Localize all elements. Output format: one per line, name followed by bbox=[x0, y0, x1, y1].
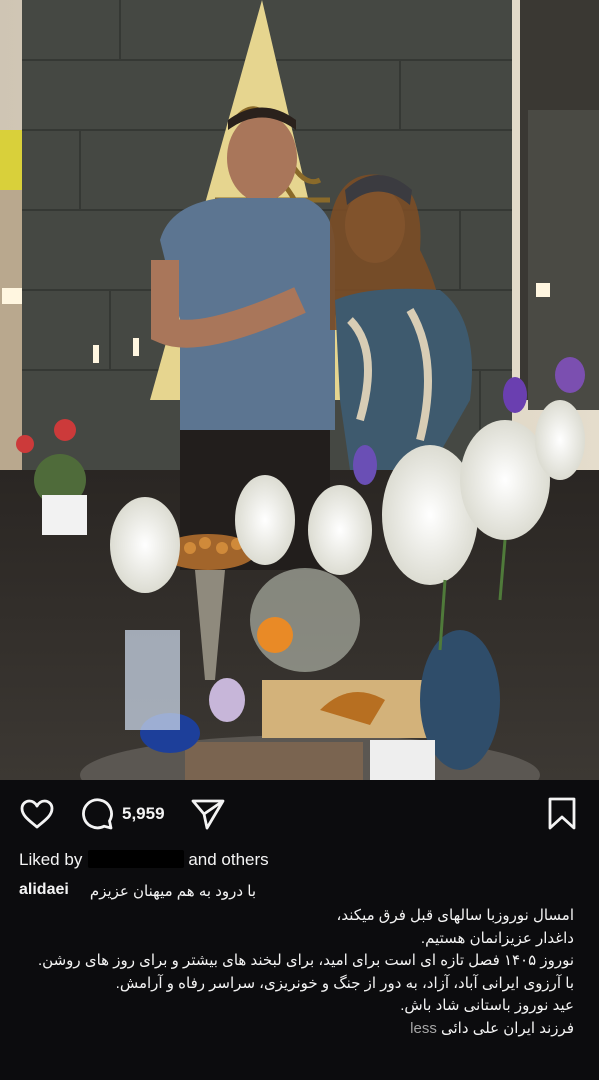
caption-line: امسال نوروزبا سالهای قبل فرق میکند، bbox=[336, 907, 574, 924]
post-image bbox=[0, 0, 599, 780]
caption-line: عید نوروز باستانی شاد باش. bbox=[400, 997, 574, 1015]
caption-first-line: با درود به هم میهنان عزیزم bbox=[89, 883, 256, 900]
caption-body: امسال نوروزبا سالهای قبل فرق میکند، داغد… bbox=[14, 905, 574, 1041]
liked-by-suffix[interactable]: and others bbox=[188, 850, 268, 869]
caption-line-signature: فرزند ایران علی دائی bbox=[441, 1019, 574, 1037]
save-button[interactable] bbox=[544, 797, 580, 836]
heart-icon bbox=[20, 799, 54, 834]
bookmark-icon bbox=[547, 797, 577, 836]
liked-by-prefix: Liked by bbox=[19, 850, 83, 869]
post-username[interactable]: alidaei bbox=[19, 881, 69, 899]
post-photo[interactable] bbox=[0, 0, 599, 780]
redacted-username bbox=[88, 850, 185, 868]
caption-line: داغدار عزیزانمان هستیم. bbox=[420, 929, 574, 947]
liked-by-line: Liked by and others bbox=[19, 850, 269, 870]
caption-line-last: فرزند ایران علی دائی less bbox=[14, 1018, 574, 1041]
paper-plane-icon bbox=[190, 797, 226, 836]
comment-bubble-icon bbox=[80, 797, 114, 836]
caption-line: نوروز ۱۴۰۵ فصل تازه ای است برای امید، بر… bbox=[38, 952, 574, 970]
comment-count: 5,959 bbox=[122, 804, 165, 823]
comment-button[interactable] bbox=[78, 797, 116, 836]
like-button[interactable] bbox=[18, 798, 56, 834]
action-bar bbox=[0, 780, 599, 850]
caption-line: با آرزوی ایرانی آباد، آزاد، به دور از جن… bbox=[115, 974, 574, 992]
share-button[interactable] bbox=[188, 798, 228, 834]
less-link[interactable]: less bbox=[410, 1020, 437, 1037]
